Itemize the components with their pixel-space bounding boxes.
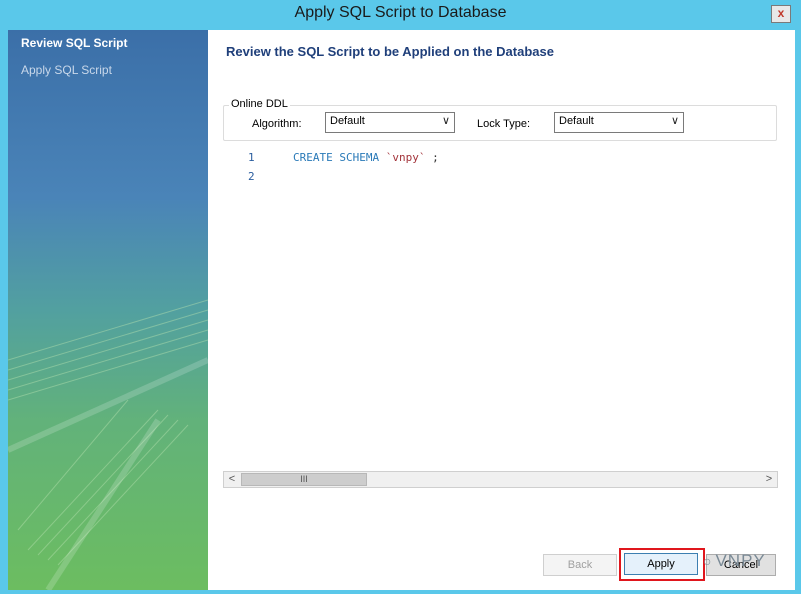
dialog-window: Apply SQL Script to Database x Review SQ… xyxy=(0,0,801,594)
horizontal-scrollbar[interactable]: < III > xyxy=(223,471,778,488)
apply-highlight-box xyxy=(619,548,705,581)
algorithm-select-value: Default xyxy=(330,115,365,127)
sidebar-decoration xyxy=(8,299,208,590)
online-ddl-group-label: Online DDL xyxy=(229,98,290,110)
sidebar-item-apply-sql-script: Apply SQL Script xyxy=(21,63,112,77)
sidebar-item-review-sql-script: Review SQL Script xyxy=(21,36,128,50)
watermark-text: VNPY xyxy=(715,551,766,570)
sql-keyword: CREATE SCHEMA xyxy=(293,151,380,164)
dialog-client-area: Review SQL Script Apply SQL Script Revie… xyxy=(8,30,795,590)
window-title: Apply SQL Script to Database xyxy=(294,4,507,21)
close-button[interactable]: x xyxy=(771,5,791,23)
title-bar[interactable]: Apply SQL Script to Database x xyxy=(0,0,801,29)
wizard-sidebar: Review SQL Script Apply SQL Script xyxy=(8,30,208,590)
sql-editor[interactable]: 1 CREATE SCHEMA `vnpy` ; 2 xyxy=(223,146,777,486)
chevron-down-icon: ∨ xyxy=(670,115,679,127)
sql-line: CREATE SCHEMA `vnpy` ; xyxy=(293,151,439,164)
scrollbar-thumb[interactable]: III xyxy=(241,473,367,486)
sql-terminator: ; xyxy=(432,151,439,164)
wechat-icon: ○ xyxy=(703,553,713,569)
chevron-down-icon: ∨ xyxy=(441,115,450,127)
lock-type-select-value: Default xyxy=(559,115,594,127)
watermark: ○ VNPY xyxy=(703,551,766,571)
lock-type-select[interactable]: Default ∨ xyxy=(554,112,684,133)
sql-identifier: `vnpy` xyxy=(385,151,426,164)
algorithm-select[interactable]: Default ∨ xyxy=(325,112,455,133)
scroll-right-icon[interactable]: > xyxy=(761,472,777,487)
main-panel: Review the SQL Script to be Applied on t… xyxy=(208,30,795,590)
scroll-left-icon[interactable]: < xyxy=(224,472,240,487)
line-number: 2 xyxy=(248,170,255,183)
page-title: Review the SQL Script to be Applied on t… xyxy=(226,44,554,59)
algorithm-label: Algorithm: xyxy=(252,118,302,130)
back-button[interactable]: Back xyxy=(543,554,617,576)
lock-type-label: Lock Type: xyxy=(477,118,530,130)
line-number: 1 xyxy=(248,151,255,164)
